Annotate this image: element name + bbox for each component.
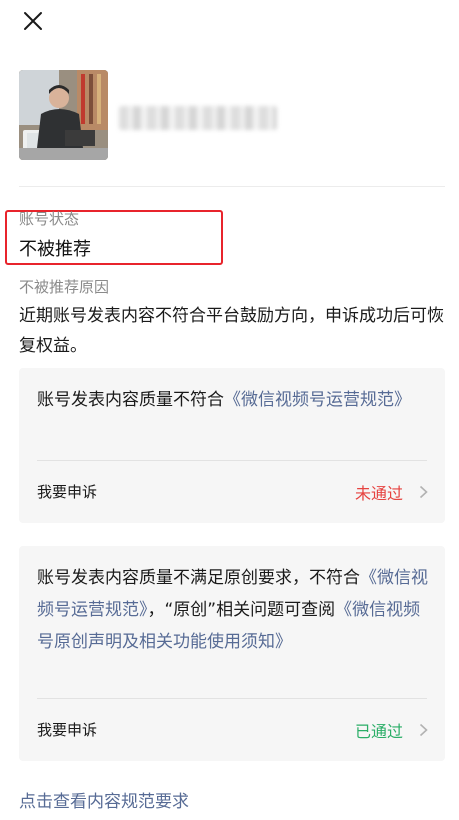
avatar[interactable] [19, 70, 108, 160]
rules-link[interactable]: 《微信视频号运营规范》 [224, 390, 411, 410]
divider [19, 186, 445, 187]
violation-text: 账号发表内容质量不符合 [37, 390, 224, 410]
status-value: 不被推荐 [19, 239, 91, 260]
appeal-row[interactable]: 我要申诉 未通过 [19, 461, 445, 523]
profile-header [19, 70, 439, 162]
appeal-row[interactable]: 我要申诉 已通过 [19, 699, 445, 761]
close-button[interactable] [22, 10, 44, 32]
status-label: 账号状态 [19, 210, 80, 228]
nickname-blurred [119, 106, 277, 130]
appeal-status: 已通过 [354, 722, 403, 741]
reason-label: 不被推荐原因 [19, 278, 110, 296]
reason-text: 近期账号发表内容不符合平台鼓励方向，申诉成功后可恢复权益。 [19, 306, 444, 356]
violation-text: ，“原创”相关问题可查阅 [147, 600, 336, 620]
chevron-right-icon [419, 723, 428, 737]
violation-description: 账号发表内容质量不满足原创要求，不符合《微信视频号运营规范》，“原创”相关问题可… [37, 562, 429, 658]
violation-card: 账号发表内容质量不满足原创要求，不符合《微信视频号运营规范》，“原创”相关问题可… [19, 546, 445, 761]
close-icon [24, 12, 42, 30]
content-rules-link[interactable]: 点击查看内容规范要求 [19, 787, 189, 812]
violation-card: 账号发表内容质量不符合《微信视频号运营规范》 我要申诉 未通过 [19, 368, 445, 523]
violation-text: 账号发表内容质量不满足原创要求，不符合 [37, 568, 360, 588]
appeal-label: 我要申诉 [37, 483, 98, 501]
chevron-right-icon [419, 485, 428, 499]
appeal-label: 我要申诉 [37, 721, 98, 739]
appeal-status: 未通过 [354, 484, 403, 503]
violation-description: 账号发表内容质量不符合《微信视频号运营规范》 [37, 384, 429, 416]
